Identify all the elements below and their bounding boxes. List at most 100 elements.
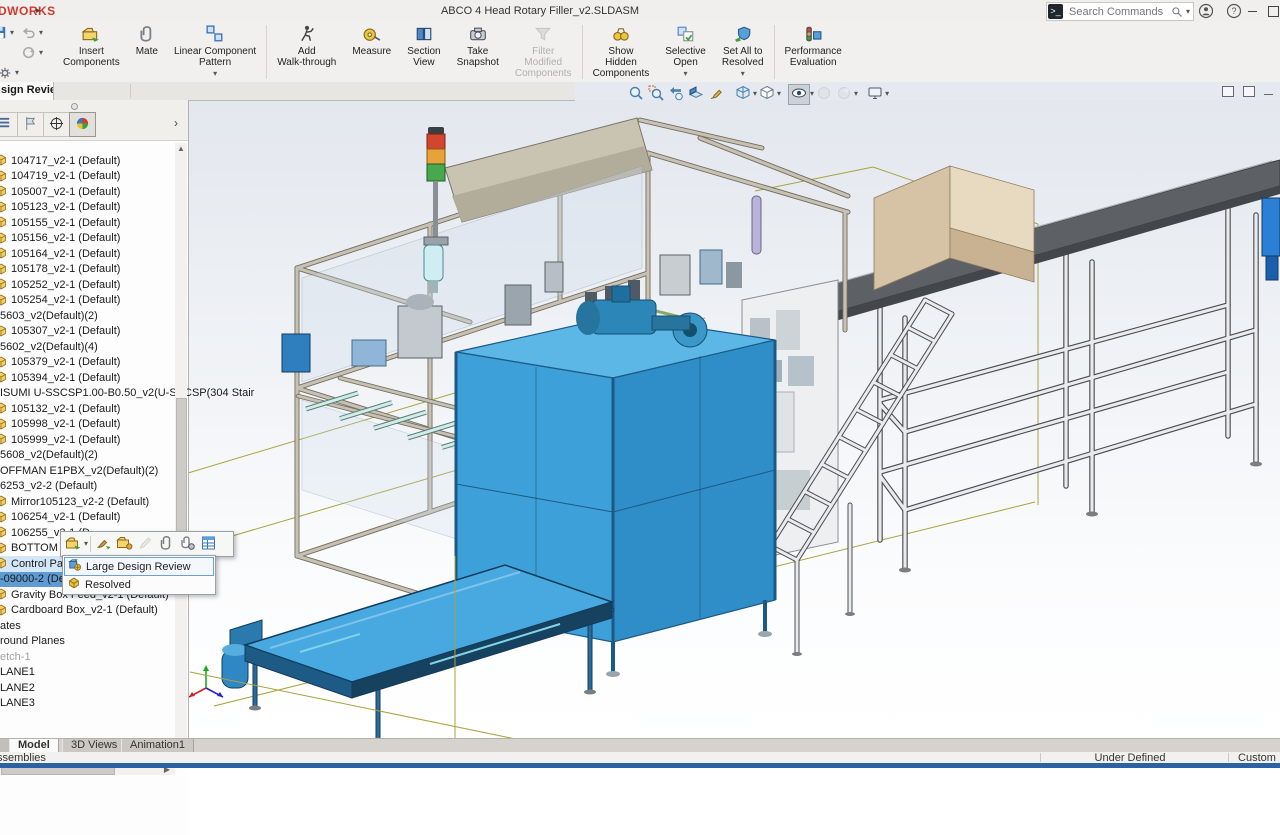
mate-icon [137,25,157,45]
open-icon [65,535,82,554]
tree-item[interactable]: 5602_v2(Default)(4) [0,339,98,355]
apply-appearance-button[interactable] [706,85,726,104]
tree-item[interactable]: round Planes [0,634,65,650]
previous-view-button[interactable] [666,85,686,104]
tree-item[interactable]: etch-1 [0,649,31,665]
open-button[interactable] [63,534,84,554]
menu-item-resolved[interactable]: Resolved [64,576,214,593]
tree-item[interactable]: 105998_v2-1 (Default) [0,417,120,433]
view-settings-button[interactable] [865,85,885,104]
menu-item-large-design-review[interactable]: Large Design Review [64,557,214,576]
tree-item[interactable]: Cardboard Box_v2-1 (Default) [0,603,158,619]
help-icon[interactable]: ? [1226,3,1242,19]
display-style-button[interactable] [757,85,777,104]
tree-item[interactable]: LANE1 [0,665,35,681]
tree-item[interactable]: 105379_v2-1 (Default) [0,355,120,371]
fm-tab-property-manager[interactable] [17,112,44,137]
fm-tab-display-manager[interactable] [69,112,96,137]
paperclip-button[interactable] [156,534,177,554]
tree-item[interactable]: 105156_v2-1 (Default) [0,231,120,247]
zoom-to-fit-button[interactable] [626,85,646,104]
search-commands-box[interactable]: >_ ▾ [1046,2,1194,21]
section-view-button[interactable]: SectionView [399,22,448,82]
graphics-viewport[interactable] [188,100,1280,738]
dropdown-caret-icon[interactable]: ▾ [885,90,889,98]
walk-through-icon [297,25,317,45]
paperclip-gear-button[interactable] [177,534,198,554]
tree-vertical-scrollbar[interactable]: ▲ ▼ [175,143,187,763]
linear-pattern-button[interactable]: Linear ComponentPattern▾ [166,22,264,82]
panel-split-handle[interactable] [71,103,78,110]
tree-item[interactable]: LANE3 [0,696,35,712]
search-caret-icon[interactable]: ▾ [1186,8,1190,16]
tab-model[interactable]: Model [9,739,59,752]
tree-item[interactable]: 105254_v2-1 (Default) [0,293,120,309]
scroll-up-icon[interactable]: ▲ [175,144,187,153]
walk-through-button[interactable]: AddWalk-through [269,22,344,82]
tree-item[interactable]: 105394_v2-1 (Default) [0,370,120,386]
measure-button[interactable]: Measure [344,22,399,82]
search-input[interactable] [1067,5,1171,19]
tab-3d-views[interactable]: 3D Views [62,739,126,752]
options-gear-button[interactable]: ▾ [0,66,19,80]
panel-expand-icon[interactable]: › [174,116,178,130]
zoom-to-area-button[interactable] [646,85,666,104]
dropdown-caret-icon[interactable]: ▾ [854,90,858,98]
tree-item[interactable]: 106254_v2-1 (Default) [0,510,120,526]
section-view-button[interactable] [686,85,706,104]
add-to-folder-button[interactable] [114,534,135,554]
dropdown-caret-icon[interactable]: ▾ [684,70,688,78]
hide-show-items-button[interactable] [788,84,810,105]
undo-button[interactable]: ▾ [22,26,43,40]
maximize-button[interactable] [1268,6,1279,17]
user-account-icon[interactable] [1198,3,1214,19]
appearance-brush-button[interactable] [93,534,114,554]
rebuild-button[interactable]: ▾ [22,46,43,60]
component-icon [0,263,8,276]
view-orientation-button[interactable] [733,85,753,104]
tree-item[interactable]: Mirror105123_v2-2 (Default) [0,494,149,510]
tree-item[interactable]: 105252_v2-1 (Default) [0,277,120,293]
tree-item[interactable]: 105132_v2-1 (Default) [0,401,120,417]
tree-item[interactable]: ISUMI U-SSCSP1.00-B0.50_v2(U-SSCSP(304 S… [0,386,254,402]
component-icon [0,185,8,198]
insert-components-button[interactable]: InsertComponents [55,22,128,82]
dropdown-caret-icon[interactable]: ▾ [213,70,217,78]
tab-large-design-review[interactable]: sign Review [0,82,54,100]
tree-item[interactable]: ates [0,618,21,634]
dropdown-caret-icon[interactable]: ▾ [777,90,781,98]
tree-item[interactable]: 6253_v2-2 (Default) [0,479,97,495]
window-restore-icon[interactable] [1222,86,1234,97]
filter-modified-button: FilterModifiedComponents [507,22,580,82]
fm-tab-feature-tree[interactable] [0,112,18,137]
tree-item[interactable]: OFFMAN E1PBX_v2(Default)(2) [0,463,158,479]
selective-open-button[interactable]: SelectiveOpen▾ [657,22,714,82]
window-maximize-icon[interactable] [1243,86,1255,97]
tree-item[interactable]: 105307_v2-1 (Default) [0,324,120,340]
table-button[interactable] [198,534,219,554]
tree-item[interactable]: 104717_v2-1 (Default) [0,153,120,169]
tree-item[interactable]: 5603_v2(Default)(2) [0,308,98,324]
tree-item[interactable]: 5608_v2(Default)(2) [0,448,98,464]
performance-button[interactable]: PerformanceEvaluation [777,22,850,82]
set-resolved-button[interactable]: Set All toResolved▾ [714,22,772,82]
tab-animation1[interactable]: Animation1 [121,739,194,752]
tree-item[interactable]: 104719_v2-1 (Default) [0,169,120,185]
dropdown-caret-icon[interactable]: ▾ [84,540,88,548]
tree-item[interactable]: 105999_v2-1 (Default) [0,432,120,448]
search-icon[interactable] [1171,6,1183,18]
snapshot-button[interactable]: TakeSnapshot [449,22,507,82]
tree-item[interactable]: 105007_v2-1 (Default) [0,184,120,200]
tree-item[interactable]: 105178_v2-1 (Default) [0,262,120,278]
tree-item[interactable]: 105155_v2-1 (Default) [0,215,120,231]
fm-tab-configuration-manager[interactable] [43,112,70,137]
minimize-button[interactable] [1248,11,1257,12]
tree-item[interactable]: 105164_v2-1 (Default) [0,246,120,262]
window-minimize-icon[interactable] [1264,94,1273,95]
dropdown-caret-icon[interactable]: ▾ [741,70,745,78]
save-button[interactable]: ▾ [0,26,14,40]
show-hidden-button[interactable]: ShowHiddenComponents [585,22,658,82]
tree-item[interactable]: 105123_v2-1 (Default) [0,200,120,216]
tree-item[interactable]: LANE2 [0,680,35,696]
mate-button[interactable]: Mate [128,22,166,82]
